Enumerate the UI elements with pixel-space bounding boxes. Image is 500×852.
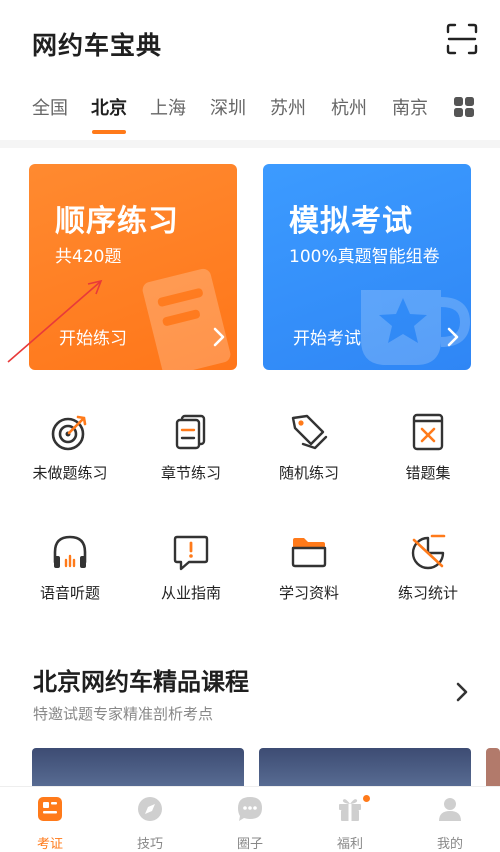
nav-label: 福利 — [336, 837, 363, 852]
notification-badge — [363, 795, 370, 802]
tab-nanjing[interactable]: 南京 — [392, 94, 428, 120]
tool-label: 语音听题 — [39, 584, 100, 602]
nav-profile[interactable]: 我的 — [400, 787, 500, 852]
cup-decoration-icon — [361, 290, 471, 365]
chevron-right-icon — [213, 327, 225, 347]
nav-benefits[interactable]: 福利 — [300, 787, 400, 852]
tab-hangzhou[interactable]: 杭州 — [331, 94, 367, 120]
tool-practice-stats[interactable]: 练习统计 — [373, 532, 483, 642]
tool-random-practice[interactable]: 随机练习 — [254, 412, 364, 522]
tool-label: 章节练习 — [160, 464, 221, 482]
tool-audio-questions[interactable]: 语音听题 — [15, 532, 125, 642]
course-thumbnail[interactable] — [32, 748, 244, 790]
tool-label: 错题集 — [405, 464, 451, 482]
tool-label: 学习资料 — [278, 584, 339, 602]
tool-label: 从业指南 — [160, 584, 221, 602]
nav-label: 技巧 — [136, 837, 163, 852]
tool-chapter-practice[interactable]: 章节练习 — [136, 412, 246, 522]
app-title: 网约车宝典 — [32, 31, 163, 60]
city-tab-bar: 全国 北京 上海 深圳 苏州 杭州 南京 — [0, 88, 500, 134]
stats-icon — [411, 534, 446, 570]
gift-icon — [339, 799, 361, 821]
tool-label: 未做题练习 — [32, 464, 108, 482]
nav-label: 圈子 — [236, 837, 263, 852]
chapter-icon — [175, 414, 206, 450]
target-icon — [51, 415, 87, 451]
tab-shanghai[interactable]: 上海 — [150, 94, 186, 120]
card-subtitle: 100%真题智能组卷 — [289, 247, 440, 267]
card-title: 模拟考试 — [289, 204, 413, 239]
chat-icon — [238, 797, 262, 821]
nav-community[interactable]: 圈子 — [200, 787, 300, 852]
license-icon — [38, 797, 62, 821]
tool-career-guide[interactable]: 从业指南 — [136, 532, 246, 642]
tool-study-materials[interactable]: 学习资料 — [254, 532, 364, 642]
folder-icon — [291, 538, 327, 568]
mock-exam-card[interactable]: 模拟考试 100%真题智能组卷 开始考试 — [263, 164, 471, 370]
compass-icon — [138, 797, 162, 821]
nav-license[interactable]: 考证 — [0, 787, 100, 852]
annotation-arrow — [7, 279, 103, 363]
tags-icon — [291, 414, 328, 450]
card-title: 顺序练习 — [55, 204, 179, 239]
tab-suzhou[interactable]: 苏州 — [270, 94, 306, 120]
tool-wrong-questions[interactable]: 错题集 — [373, 412, 483, 522]
scan-icon[interactable] — [445, 22, 479, 56]
paper-decoration-icon — [142, 268, 231, 370]
course-section-subtitle: 特邀试题专家精准剖析考点 — [33, 705, 214, 723]
course-thumbnail[interactable] — [486, 748, 500, 790]
wrong-book-icon — [412, 413, 444, 451]
app-header: 网约车宝典 — [0, 0, 500, 88]
nav-tips[interactable]: 技巧 — [100, 787, 200, 852]
headphones-icon — [53, 535, 87, 568]
tool-label: 随机练习 — [278, 464, 339, 482]
tab-quanguo[interactable]: 全国 — [32, 94, 68, 120]
card-subtitle: 共420题 — [55, 247, 122, 267]
course-section-title: 北京网约车精品课程 — [33, 668, 249, 696]
all-cities-grid-icon[interactable] — [453, 96, 475, 118]
chevron-right-icon — [447, 327, 459, 347]
guide-icon — [173, 535, 209, 571]
course-thumbnail[interactable] — [259, 748, 471, 790]
active-tab-indicator — [92, 130, 126, 134]
chevron-right-icon[interactable] — [454, 680, 470, 704]
profile-icon — [439, 798, 461, 821]
bottom-navigation: 考证 技巧 圈子 福利 我的 — [0, 786, 500, 852]
tab-beijing[interactable]: 北京 — [91, 94, 127, 120]
nav-label: 考证 — [36, 837, 63, 852]
start-exam-button[interactable]: 开始考试 — [293, 324, 361, 349]
tool-label: 练习统计 — [397, 584, 458, 602]
section-divider — [0, 140, 500, 148]
nav-label: 我的 — [436, 837, 463, 852]
tool-unanswered-practice[interactable]: 未做题练习 — [15, 412, 125, 522]
tab-shenzhen[interactable]: 深圳 — [210, 94, 246, 120]
